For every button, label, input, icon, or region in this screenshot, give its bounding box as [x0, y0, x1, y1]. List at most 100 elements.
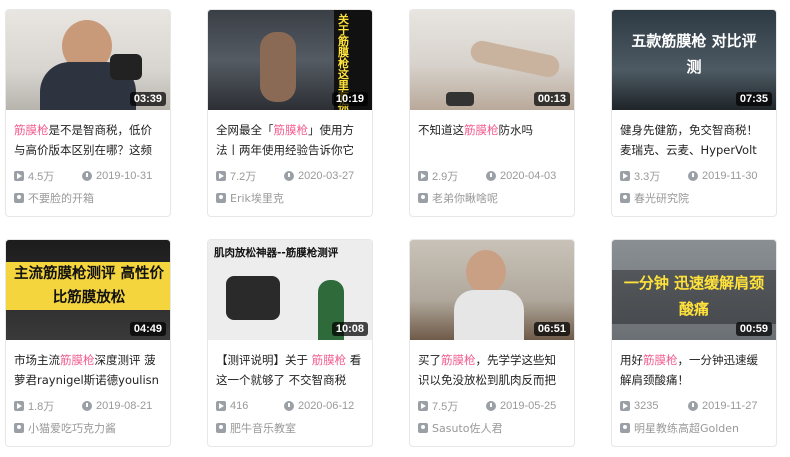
clock-icon — [284, 401, 294, 411]
clock-icon — [688, 401, 698, 411]
video-stats: 4.5万 2019-10-31 — [14, 168, 162, 184]
person-shape — [466, 250, 506, 294]
uploader-name[interactable]: 春光研究院 — [634, 190, 689, 206]
video-title[interactable]: 健身先健筋，免交智商税！麦瑞克、云麦、HyperVolt — [620, 120, 768, 160]
video-duration: 04:49 — [129, 322, 166, 336]
device-shape — [446, 92, 474, 106]
play-count-icon — [14, 171, 24, 181]
video-duration: 03:39 — [129, 92, 166, 106]
uploader[interactable]: Sasuto佐人君 — [418, 420, 566, 436]
uploader[interactable]: Erik埃里克 — [216, 190, 364, 206]
view-count: 1.8万 — [28, 401, 55, 413]
video-grid: 03:39 筋膜枪是不是智商税，低价与高价版本区别在哪？这频 4.5万 2019… — [0, 0, 790, 457]
uploader-name[interactable]: 明星教练高超Golden — [634, 420, 739, 436]
video-stats: 7.2万 2020-03-27 — [216, 168, 364, 184]
view-count: 3.3万 — [634, 171, 661, 183]
video-title[interactable]: 不知道这筋膜枪防水吗 — [418, 120, 566, 160]
video-duration: 00:13 — [533, 92, 570, 106]
video-card[interactable]: 肌肉放松神器--筋膜枪测评 10:08 【测评说明】关于 筋膜枪 看这一个就够了… — [207, 239, 373, 447]
video-title[interactable]: 用好筋膜枪，一分钟迅速缓解肩颈酸痛！ — [620, 350, 768, 390]
uploader-icon — [418, 423, 428, 433]
video-thumbnail[interactable]: 关于筋膜枪这里有你想知道的 10:19 — [208, 10, 372, 110]
video-stats: 416 2020-06-12 — [216, 398, 364, 414]
uploader-icon — [216, 423, 226, 433]
play-count-icon — [620, 171, 630, 181]
video-title[interactable]: 全网最全「筋膜枪」使用方法丨两年使用经验告诉你它 — [216, 120, 364, 160]
play-count-icon — [418, 401, 428, 411]
uploader-name[interactable]: Erik埃里克 — [230, 190, 284, 206]
video-card[interactable]: 一分钟 迅速缓解肩颈酸痛 00:59 用好筋膜枪，一分钟迅速缓解肩颈酸痛！ 32… — [611, 239, 777, 447]
uploader-name[interactable]: 不要脸的开箱 — [28, 190, 94, 206]
person-shape — [260, 32, 296, 102]
upload-date: 2019-11-30 — [702, 170, 758, 182]
video-duration: 06:51 — [533, 322, 570, 336]
clock-icon — [82, 171, 92, 181]
device-shape — [110, 54, 142, 80]
video-title[interactable]: 买了筋膜枪，先学学这些知识以免没放松到肌肉反而把 — [418, 350, 566, 390]
person-body-shape — [454, 290, 524, 340]
video-stats: 3.3万 2019-11-30 — [620, 168, 768, 184]
clock-icon — [486, 401, 496, 411]
view-count: 416 — [230, 400, 249, 412]
play-count-icon — [418, 171, 428, 181]
thumb-caption: 肌肉放松神器--筋膜枪测评 — [214, 247, 339, 259]
video-thumbnail[interactable]: 主流筋膜枪测评 高性价比筋膜放松 04:49 — [6, 240, 170, 340]
thumb-caption: 主流筋膜枪测评 高性价比筋膜放松 — [13, 266, 165, 306]
upload-date: 2019-05-25 — [500, 400, 557, 412]
uploader[interactable]: 肥牛音乐教室 — [216, 420, 364, 436]
upload-date: 2019-10-31 — [96, 170, 153, 182]
video-card[interactable]: 00:13 不知道这筋膜枪防水吗 2.9万 2020-04-03 老弟你瞅啥呢 — [409, 9, 575, 217]
video-duration: 00:59 — [735, 322, 772, 336]
video-card[interactable]: 五款筋膜枪 对比评测 07:35 健身先健筋，免交智商税！麦瑞克、云麦、Hype… — [611, 9, 777, 217]
uploader[interactable]: 不要脸的开箱 — [14, 190, 162, 206]
uploader-name[interactable]: 小猫爱吃巧克力酱 — [28, 420, 116, 436]
video-card[interactable]: 06:51 买了筋膜枪，先学学这些知识以免没放松到肌肉反而把 7.5万 2019… — [409, 239, 575, 447]
upload-date: 2020-06-12 — [298, 400, 355, 412]
video-stats: 3235 2019-11-27 — [620, 398, 768, 414]
uploader-icon — [14, 423, 24, 433]
clock-icon — [82, 401, 92, 411]
video-title[interactable]: 【测评说明】关于 筋膜枪 看这一个就够了 不交智商税 — [216, 350, 364, 390]
thumb-caption: 五款筋膜枪 对比评测 — [631, 32, 757, 76]
video-card[interactable]: 主流筋膜枪测评 高性价比筋膜放松 04:49 市场主流筋膜枪深度测评 菠萝君ra… — [5, 239, 171, 447]
view-count: 2.9万 — [432, 171, 459, 183]
uploader[interactable]: 春光研究院 — [620, 190, 768, 206]
play-count-icon — [14, 401, 24, 411]
video-stats: 7.5万 2019-05-25 — [418, 398, 566, 414]
video-title[interactable]: 筋膜枪是不是智商税，低价与高价版本区别在哪？这频 — [14, 120, 162, 160]
video-card[interactable]: 03:39 筋膜枪是不是智商税，低价与高价版本区别在哪？这频 4.5万 2019… — [5, 9, 171, 217]
video-thumbnail[interactable]: 06:51 — [410, 240, 574, 340]
uploader-name[interactable]: 老弟你瞅啥呢 — [432, 190, 498, 206]
video-thumbnail[interactable]: 03:39 — [6, 10, 170, 110]
uploader[interactable]: 老弟你瞅啥呢 — [418, 190, 566, 206]
device-shape — [226, 276, 280, 320]
uploader-icon — [14, 193, 24, 203]
video-stats: 2.9万 2020-04-03 — [418, 168, 566, 184]
video-thumbnail[interactable]: 肌肉放松神器--筋膜枪测评 10:08 — [208, 240, 372, 340]
uploader[interactable]: 明星教练高超Golden — [620, 420, 768, 436]
video-card[interactable]: 关于筋膜枪这里有你想知道的 10:19 全网最全「筋膜枪」使用方法丨两年使用经验… — [207, 9, 373, 217]
video-title[interactable]: 市场主流筋膜枪深度测评 菠萝君raynigel斯诺德youlisn — [14, 350, 162, 390]
clock-icon — [486, 171, 496, 181]
thumb-caption: 一分钟 迅速缓解肩颈酸痛 — [623, 274, 765, 318]
uploader-icon — [620, 193, 630, 203]
uploader-name[interactable]: 肥牛音乐教室 — [230, 420, 296, 436]
video-thumbnail[interactable]: 00:13 — [410, 10, 574, 110]
view-count: 3235 — [634, 400, 659, 412]
clock-icon — [284, 171, 294, 181]
upload-date: 2019-08-21 — [96, 400, 153, 412]
video-duration: 07:35 — [735, 92, 772, 106]
upload-date: 2020-04-03 — [500, 170, 557, 182]
play-count-icon — [620, 401, 630, 411]
uploader-icon — [216, 193, 226, 203]
video-duration: 10:19 — [331, 92, 368, 106]
uploader-name[interactable]: Sasuto佐人君 — [432, 420, 502, 436]
upload-date: 2019-11-27 — [702, 400, 758, 412]
video-thumbnail[interactable]: 五款筋膜枪 对比评测 07:35 — [612, 10, 776, 110]
play-count-icon — [216, 401, 226, 411]
video-stats: 1.8万 2019-08-21 — [14, 398, 162, 414]
play-count-icon — [216, 171, 226, 181]
uploader[interactable]: 小猫爱吃巧克力酱 — [14, 420, 162, 436]
uploader-icon — [418, 193, 428, 203]
video-thumbnail[interactable]: 一分钟 迅速缓解肩颈酸痛 00:59 — [612, 240, 776, 340]
